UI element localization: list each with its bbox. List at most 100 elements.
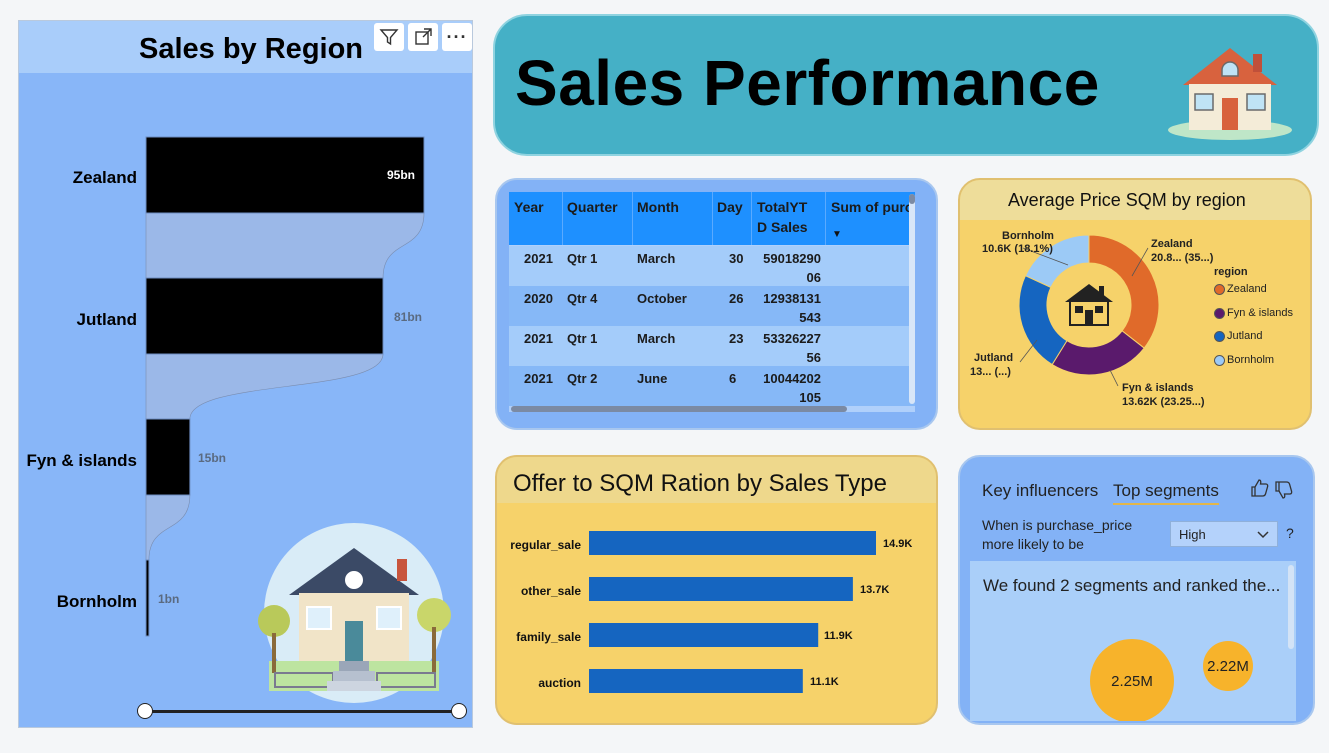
house-illustration: [258, 523, 451, 703]
donut-value-bornholm: 10.6K (18.1%): [982, 243, 1053, 255]
bar-category-family-sale: family_sale: [516, 630, 581, 644]
cell-sales: 59018290 06: [763, 251, 821, 285]
cell-sales: 53326227 56: [763, 331, 821, 365]
bar-value-family-sale: 11.9K: [824, 630, 853, 642]
cell-year: 2021: [524, 331, 553, 346]
tab-top-segments[interactable]: Top segments: [1113, 481, 1219, 505]
bar-value-auction: 11.1K: [810, 676, 839, 688]
panel-scrollbar[interactable]: [1288, 565, 1294, 649]
header-banner: Sales Performance: [493, 14, 1319, 156]
range-slider-end-handle[interactable]: [451, 703, 467, 719]
cell-day: 26: [729, 291, 744, 306]
cell-month: March: [637, 251, 676, 266]
column-header-year[interactable]: Year: [514, 197, 544, 217]
legend-item-jutland[interactable]: Jutland: [1214, 330, 1262, 342]
donut-value-jutland: 13... (...): [970, 366, 1011, 378]
leader-line: [1019, 339, 1038, 363]
offer-sqm-bar-card: Offer to SQM Ration by Sales Type regula…: [495, 455, 938, 725]
chevron-down-icon: [1257, 531, 1269, 539]
cell-month: March: [637, 331, 676, 346]
sales-table[interactable]: Year Quarter Month Day TotalYT D Sales S…: [509, 192, 915, 412]
table-row[interactable]: 2020 Qtr 4 October 26 12938131 543: [509, 286, 915, 326]
vertical-scrollbar-thumb[interactable]: [909, 194, 915, 204]
sort-descending-icon: ▼: [832, 229, 842, 240]
cell-quarter: Qtr 1: [567, 331, 598, 346]
vertical-scrollbar[interactable]: [909, 194, 915, 404]
table-row[interactable]: 2021 Qtr 2 June 6 10044202 105: [509, 366, 915, 406]
thumbs-down-icon[interactable]: [1274, 480, 1294, 500]
region-label-fyn: Fyn & islands: [26, 451, 137, 470]
bar-category-other-sale: other_sale: [520, 584, 581, 598]
tab-key-influencers[interactable]: Key influencers: [982, 481, 1098, 501]
region-label-zealand: Zealand: [72, 168, 137, 187]
dropdown-selected-value: High: [1179, 527, 1206, 542]
segment-bubble[interactable]: 2.25M: [1090, 639, 1174, 721]
thumbs-up-icon[interactable]: [1250, 478, 1270, 498]
legend-title: region: [1214, 266, 1248, 278]
page-title: Sales Performance: [515, 47, 1100, 119]
column-header-quarter[interactable]: Quarter: [567, 197, 618, 217]
hbar-other-sale[interactable]: [589, 577, 853, 601]
horizontal-scrollbar[interactable]: [511, 406, 847, 412]
donut-value-zealand: 20.8... (35...): [1151, 252, 1214, 264]
value-label-zealand: 95bn: [387, 168, 416, 182]
legend-item-bornholm[interactable]: Bornholm: [1214, 354, 1274, 366]
region-label-jutland: Jutland: [76, 310, 137, 329]
hbar-family-sale[interactable]: [589, 623, 819, 647]
bar-value-regular-sale: 14.9K: [883, 538, 913, 550]
table-header: Year Quarter Month Day TotalYT D Sales S…: [509, 192, 915, 245]
funnel-bar-bornholm[interactable]: [145, 559, 150, 637]
segments-panel: We found 2 segments and ranked the... 2.…: [970, 561, 1296, 721]
sales-by-region-card[interactable]: Sales by Region ··· Zealand Jutland Fyn …: [18, 20, 473, 728]
house-logo: [1168, 48, 1292, 140]
donut-value-fyn: 13.62K (23.25...): [1122, 396, 1205, 408]
cell-sales: 12938131 543: [763, 291, 821, 325]
hbar-auction[interactable]: [589, 669, 803, 693]
range-slider-track[interactable]: [146, 710, 460, 713]
house-center-icon: [1065, 284, 1113, 326]
legend-item-fyn[interactable]: Fyn & islands: [1214, 307, 1293, 319]
sales-table-card: Year Quarter Month Day TotalYT D Sales S…: [495, 178, 938, 430]
region-label-bornholm: Bornholm: [56, 592, 137, 611]
leader-line: [1109, 369, 1119, 387]
legend-item-zealand[interactable]: Zealand: [1214, 283, 1267, 295]
segments-summary: We found 2 segments and ranked the...: [983, 576, 1281, 595]
funnel-connector: [145, 353, 384, 420]
column-header-day[interactable]: Day: [717, 197, 743, 217]
hbar-regular-sale[interactable]: [589, 531, 876, 555]
donut-label-bornholm: Bornholm: [1002, 230, 1054, 242]
column-header-totalytd-sales[interactable]: TotalYT D Sales: [757, 197, 819, 237]
funnel-bar-fyn-islands[interactable]: [145, 418, 191, 496]
donut-label-zealand: Zealand: [1151, 238, 1193, 250]
table-row[interactable]: 2021 Qtr 1 March 23 53326227 56: [509, 326, 915, 366]
cell-month: June: [637, 371, 668, 386]
funnel-connector: [145, 494, 191, 561]
table-row[interactable]: 2021 Qtr 1 March 30 59018290 06: [509, 246, 915, 286]
bar-category-regular-sale: regular_sale: [510, 538, 581, 552]
cell-year: 2020: [524, 291, 553, 306]
key-influencers-card: Key influencers Top segments When is pur…: [958, 455, 1315, 725]
value-label-bornholm: 1bn: [158, 592, 180, 606]
bar-category-auction: auction: [538, 676, 581, 690]
column-header-sum-of-purchase[interactable]: Sum of purc: [831, 197, 913, 217]
value-label-jutland: 81bn: [394, 310, 423, 324]
cell-quarter: Qtr 1: [567, 251, 598, 266]
funnel-bar-zealand[interactable]: [145, 136, 425, 214]
value-label-fyn: 15bn: [198, 451, 227, 465]
cell-day: 30: [729, 251, 744, 266]
funnel-bar-jutland[interactable]: [145, 277, 384, 355]
column-header-month[interactable]: Month: [637, 197, 679, 217]
donut-label-fyn: Fyn & islands: [1122, 382, 1194, 394]
cell-day: 23: [729, 331, 744, 346]
influencer-question: When is purchase_price more likely to be: [982, 517, 1133, 552]
cell-year: 2021: [524, 251, 553, 266]
cell-sales: 10044202 105: [763, 371, 821, 405]
cell-year: 2021: [524, 371, 553, 386]
target-value-dropdown[interactable]: High: [1170, 521, 1278, 547]
funnel-connector: [145, 212, 425, 279]
segment-bubble[interactable]: 2.22M: [1203, 641, 1253, 691]
help-icon[interactable]: ?: [1286, 525, 1294, 541]
cell-month: October: [637, 291, 687, 306]
range-slider-start-handle[interactable]: [137, 703, 153, 719]
cell-day: 6: [729, 371, 737, 386]
